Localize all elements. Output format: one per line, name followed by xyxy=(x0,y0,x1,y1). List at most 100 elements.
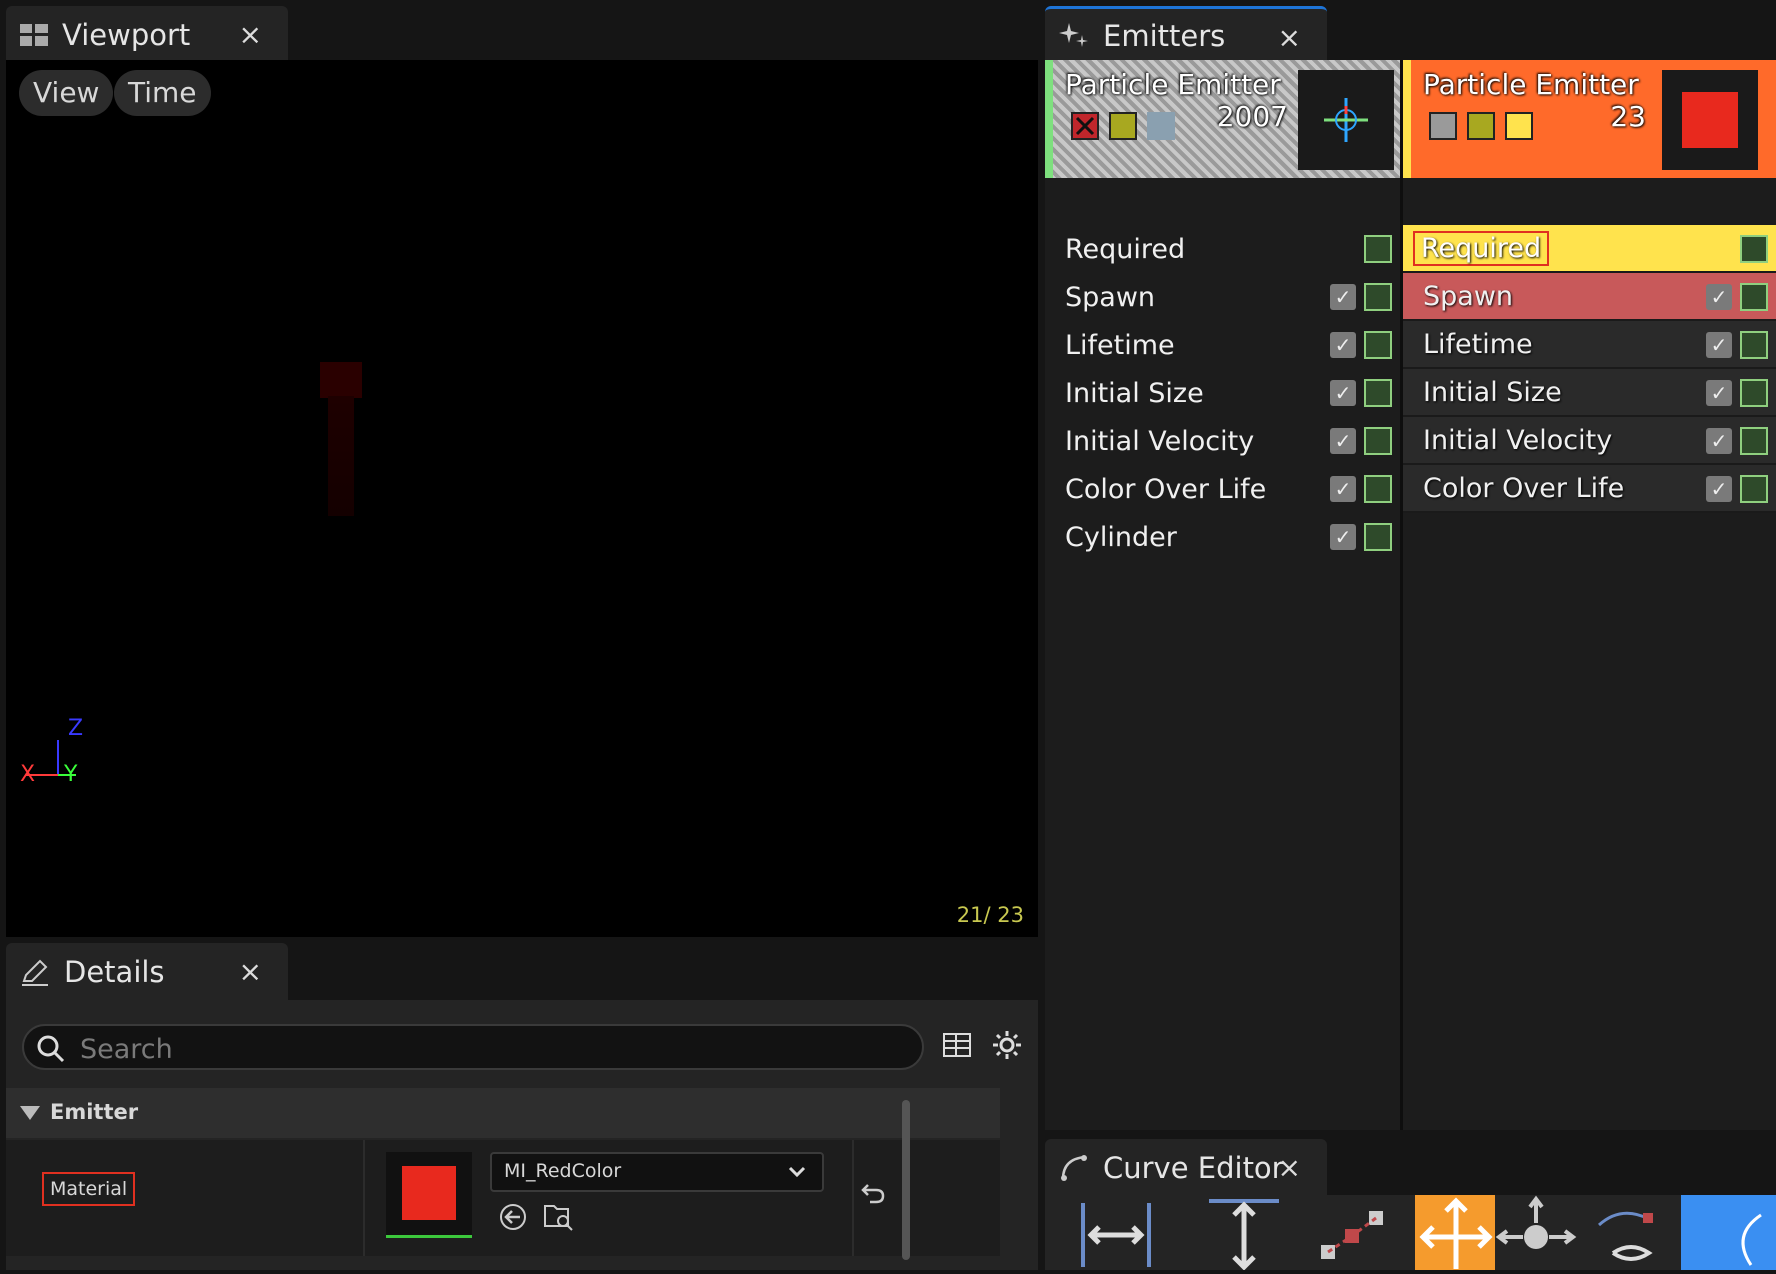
curve-graph-icon[interactable] xyxy=(1740,427,1768,455)
module-label: Cylinder xyxy=(1065,521,1177,553)
module-initial-size[interactable]: Initial Size ✓ xyxy=(1403,369,1776,417)
enable-checkbox[interactable]: ✓ xyxy=(1330,476,1356,502)
solo-icon[interactable] xyxy=(1147,112,1175,140)
enable-checkbox[interactable]: ✓ xyxy=(1330,428,1356,454)
retime-button[interactable] xyxy=(1591,1195,1673,1270)
fit-vertical-icon xyxy=(1209,1199,1279,1271)
curve-retime-icon xyxy=(1597,1211,1653,1261)
viewport-grid-icon xyxy=(20,23,48,46)
emitter-header[interactable]: Particle Emitter 2007 xyxy=(1045,60,1400,178)
close-icon[interactable]: × xyxy=(1278,1151,1301,1184)
pan-mode-button[interactable] xyxy=(1311,1195,1393,1270)
curve-graph-icon[interactable] xyxy=(1364,475,1392,503)
tab-emitters[interactable]: Emitters × xyxy=(1045,6,1327,63)
curve-graph-icon[interactable] xyxy=(1364,523,1392,551)
enable-checkbox[interactable]: ✓ xyxy=(1330,524,1356,550)
scrollbar[interactable] xyxy=(902,1100,910,1260)
curve-graph-icon[interactable] xyxy=(1740,235,1768,263)
module-color-over-life[interactable]: Color Over Life ✓ xyxy=(1045,465,1400,513)
chevron-down-icon xyxy=(788,1166,806,1178)
axis-x-label: X xyxy=(20,762,36,787)
fit-vertical-button[interactable] xyxy=(1203,1195,1285,1271)
emitter-thumbnail xyxy=(1662,70,1758,170)
material-dropdown[interactable]: MI_RedColor xyxy=(490,1152,824,1192)
close-icon[interactable]: × xyxy=(239,955,262,988)
module-initial-velocity[interactable]: Initial Velocity ✓ xyxy=(1045,417,1400,465)
render-mode-icon[interactable] xyxy=(1467,112,1495,140)
curve-graph-icon[interactable] xyxy=(1740,379,1768,407)
column-divider xyxy=(363,1140,365,1256)
module-label: Initial Velocity xyxy=(1065,425,1255,457)
search-input[interactable]: Search xyxy=(22,1024,924,1070)
triangle-down-icon xyxy=(20,1106,40,1120)
details-panel: Search Emitter Material MI_RedColor xyxy=(6,1000,1038,1270)
module-required[interactable]: Required xyxy=(1403,225,1776,273)
gear-icon[interactable] xyxy=(992,1030,1022,1060)
curve-graph-icon[interactable] xyxy=(1364,379,1392,407)
material-label: Material xyxy=(42,1172,136,1206)
module-label: Lifetime xyxy=(1065,329,1175,361)
module-initial-velocity[interactable]: Initial Velocity ✓ xyxy=(1403,417,1776,465)
tab-emitters-label: Emitters xyxy=(1103,19,1226,53)
enable-checkbox[interactable]: ✓ xyxy=(1706,284,1732,310)
curve-graph-icon[interactable] xyxy=(1740,475,1768,503)
tab-details[interactable]: Details × xyxy=(6,943,288,1000)
curve-tool-button[interactable] xyxy=(1681,1195,1776,1270)
category-emitter[interactable]: Emitter xyxy=(6,1088,1000,1138)
module-cylinder[interactable]: Cylinder ✓ xyxy=(1045,513,1400,561)
render-mode-icon[interactable] xyxy=(1109,112,1137,140)
enable-checkbox[interactable]: ✓ xyxy=(1706,428,1732,454)
material-property-row: Material MI_RedColor xyxy=(6,1140,1000,1256)
viewport-canvas[interactable]: View Time Z X Y 21/ 23 xyxy=(6,60,1038,937)
module-required[interactable]: Required xyxy=(1045,225,1400,273)
particle-trail xyxy=(328,396,354,516)
curve-graph-icon[interactable] xyxy=(1364,235,1392,263)
solo-icon[interactable] xyxy=(1505,112,1533,140)
move-arrows-icon xyxy=(1419,1197,1493,1269)
tab-curve-editor[interactable]: Curve Editor × xyxy=(1045,1139,1327,1196)
curve-graph-icon[interactable] xyxy=(1364,283,1392,311)
browse-folder-icon[interactable] xyxy=(542,1200,574,1232)
enabled-check-icon[interactable] xyxy=(1429,112,1457,140)
enable-checkbox[interactable]: ✓ xyxy=(1330,332,1356,358)
move-mode-button[interactable] xyxy=(1415,1195,1497,1270)
module-lifetime[interactable]: Lifetime ✓ xyxy=(1403,321,1776,369)
enable-checkbox[interactable]: ✓ xyxy=(1330,284,1356,310)
material-value: MI_RedColor xyxy=(504,1160,622,1182)
module-spawn[interactable]: Spawn ✓ xyxy=(1403,273,1776,321)
transform-mode-button[interactable] xyxy=(1495,1195,1577,1270)
view-button[interactable]: View xyxy=(19,70,114,116)
reset-arrow-icon[interactable] xyxy=(860,1180,886,1206)
module-list: Required Spawn ✓ Lifetime ✓ Initial Size ✓ … xyxy=(1403,225,1776,513)
material-thumbnail[interactable] xyxy=(386,1152,472,1238)
curve-graph-icon[interactable] xyxy=(1740,283,1768,311)
curve-graph-icon[interactable] xyxy=(1364,331,1392,359)
enable-checkbox[interactable]: ✓ xyxy=(1706,476,1732,502)
close-icon[interactable]: × xyxy=(239,18,262,51)
use-selected-arrow-icon[interactable] xyxy=(498,1202,528,1232)
curve-graph-icon[interactable] xyxy=(1364,427,1392,455)
tab-viewport[interactable]: Viewport × xyxy=(6,6,288,63)
enable-checkbox[interactable]: ✓ xyxy=(1706,332,1732,358)
enable-checkbox[interactable]: ✓ xyxy=(1330,380,1356,406)
curve-editor-toolbar xyxy=(1045,1195,1776,1271)
emitter-name: Particle Emitter xyxy=(1065,68,1281,101)
fit-horizontal-button[interactable] xyxy=(1075,1195,1157,1270)
enable-checkbox[interactable]: ✓ xyxy=(1706,380,1732,406)
time-button[interactable]: Time xyxy=(114,70,211,116)
module-spawn[interactable]: Spawn ✓ xyxy=(1045,273,1400,321)
curve-tool-icon xyxy=(1741,1213,1762,1266)
module-color-over-life[interactable]: Color Over Life ✓ xyxy=(1403,465,1776,513)
sparkle-icon xyxy=(1059,23,1088,47)
emitter-header[interactable]: Particle Emitter 23 xyxy=(1403,60,1776,178)
module-lifetime[interactable]: Lifetime ✓ xyxy=(1045,321,1400,369)
module-initial-size[interactable]: Initial Size ✓ xyxy=(1045,369,1400,417)
curve-graph-icon[interactable] xyxy=(1740,331,1768,359)
emitters-panel: Particle Emitter 2007 Required Spawn ✓ Li… xyxy=(1045,60,1776,1130)
disabled-x-icon[interactable] xyxy=(1071,112,1099,140)
transform-icon xyxy=(1495,1195,1577,1249)
table-view-icon[interactable] xyxy=(942,1030,972,1060)
module-list: Required Spawn ✓ Lifetime ✓ Initial Size ✓ … xyxy=(1045,225,1400,561)
module-label: Spawn xyxy=(1065,281,1156,313)
close-icon[interactable]: × xyxy=(1278,21,1301,54)
